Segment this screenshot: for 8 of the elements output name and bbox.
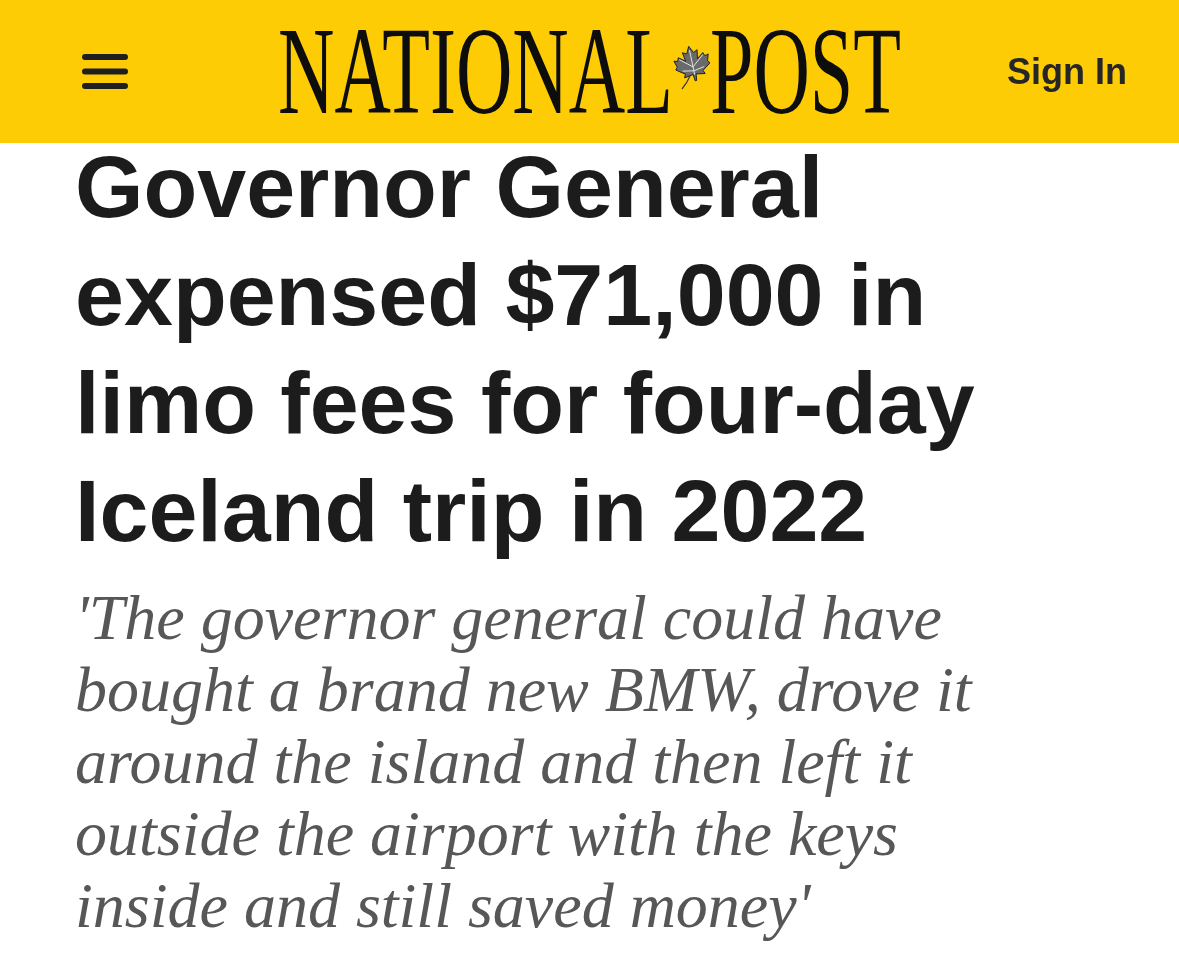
logo-text: POST — [710, 26, 902, 117]
logo-text: NATIONAL — [278, 26, 673, 117]
menu-icon — [82, 54, 128, 89]
maple-leaf-icon — [673, 45, 711, 90]
headline: Governor General expensed $71,000 in limo fees for four-day Iceland trip in 2022 — [75, 136, 976, 562]
menu-button[interactable] — [82, 54, 128, 89]
subheadline: 'The governor general could have bought a brand new BMW, drove it around the island and then left it outside the airport with the keys inside and still saved money' — [75, 582, 974, 942]
sign-in-button[interactable]: Sign In — [1007, 49, 1127, 94]
